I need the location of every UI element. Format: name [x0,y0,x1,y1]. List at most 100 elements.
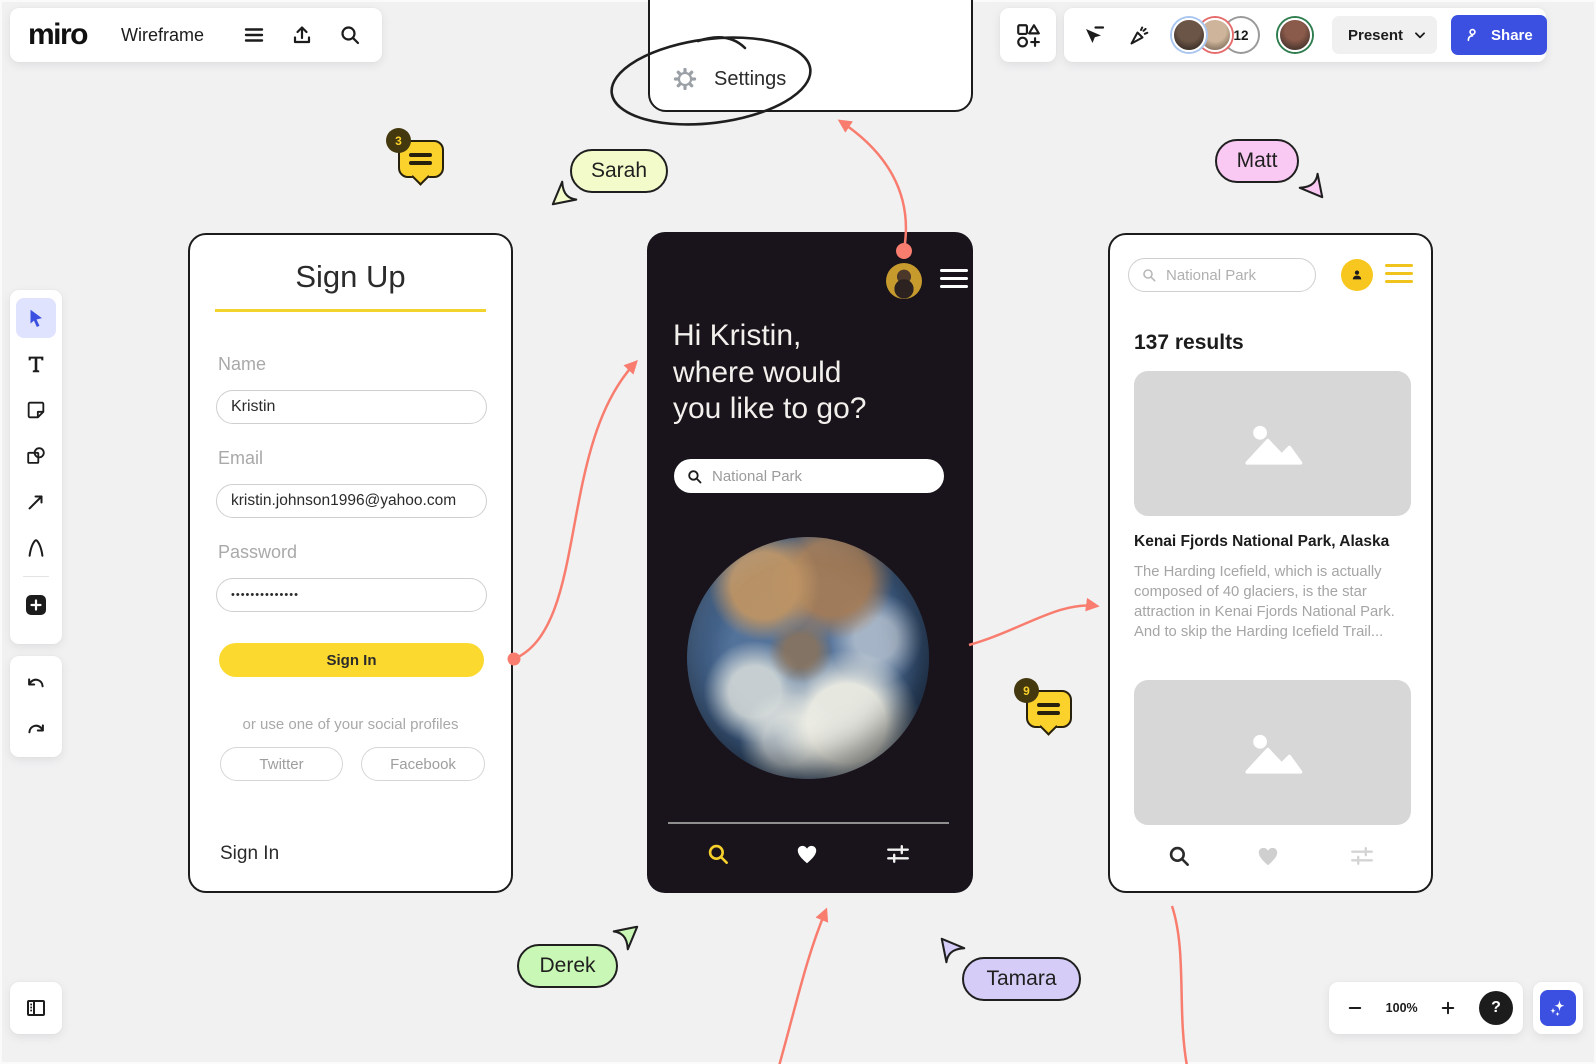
search-button[interactable] [330,15,370,55]
greeting-line-3: you like to go? [673,391,866,428]
password-label: Password [218,542,297,563]
signin-button[interactable]: Sign In [219,643,484,677]
collaborator-name: Tamara [986,967,1056,991]
collaborator-tag-matt[interactable]: Matt [1215,139,1299,183]
collaborator-avatar-1[interactable] [1172,18,1206,52]
templates-button[interactable] [1008,15,1048,55]
greeting-line-1: Hi Kristin, [673,318,866,355]
results-search-input[interactable]: National Park [1128,258,1316,292]
connector-phone-to-results [969,605,1097,645]
text-tool[interactable] [16,344,56,384]
undo-button[interactable] [16,664,56,704]
person-icon [1349,267,1365,283]
sticky-note-tool[interactable] [16,390,56,430]
help-button[interactable]: ? [1479,991,1513,1025]
phone-search-input[interactable]: National Park [674,459,944,493]
topbar-left: miro Wireframe [10,8,382,62]
menu-icon[interactable] [940,269,968,291]
own-avatar[interactable] [1278,18,1312,52]
zoom-controls: 100% ? [1329,982,1523,1034]
connector-bottom-to-phone [779,910,826,1064]
collaborator-tag-sarah[interactable]: Sarah [570,149,668,193]
signup-title: Sign Up [190,259,511,295]
name-value: Kristin [231,398,275,416]
collaborator-tag-derek[interactable]: Derek [517,944,618,988]
image-icon [1242,730,1304,776]
avatar-stack: 12 [1172,18,1258,52]
add-more-tools-button[interactable] [16,585,56,625]
settings-label: Settings [714,68,786,91]
hide-cursors-button[interactable] [1074,15,1114,55]
result-card-title: Kenai Fjords National Park, Alaska [1134,533,1389,551]
search-icon [686,468,703,485]
results-count: 137 results [1134,331,1244,355]
collaborator-name: Derek [539,954,595,978]
shapes-tool[interactable] [16,436,56,476]
zoom-out-button[interactable] [1339,988,1371,1028]
nav-search-icon[interactable] [1166,843,1192,869]
collaborator-cursor-sarah [550,178,580,208]
menu-icon[interactable] [1385,264,1413,285]
email-value: kristin.johnson1996@yahoo.com [231,492,456,510]
share-person-icon [1465,26,1483,44]
board-title[interactable]: Wireframe [115,25,210,46]
nav-search-icon[interactable] [705,841,731,867]
nav-filters-icon[interactable] [885,841,911,867]
reactions-button[interactable] [1120,15,1160,55]
result-desc-line: composed of 40 glaciers, is the star [1134,582,1395,602]
connector-tool[interactable] [16,482,56,522]
results-wireframe-frame[interactable]: National Park 137 results Kenai Fjords N… [1108,233,1433,893]
sparkles-icon [1546,996,1570,1020]
greeting-line-2: where would [673,355,866,392]
signin-link[interactable]: Sign In [220,843,279,865]
miro-logo[interactable]: miro [24,18,91,52]
facebook-button[interactable]: Facebook [361,747,485,781]
connector-avatar-to-settings [840,121,906,250]
zoom-in-button[interactable] [1432,988,1464,1028]
select-tool[interactable] [16,298,56,338]
profile-button[interactable] [1341,259,1373,291]
frames-panel-button[interactable] [16,988,56,1028]
collaborator-tag-tamara[interactable]: Tamara [962,957,1081,1001]
export-button[interactable] [282,15,322,55]
ai-assist-island [1533,982,1583,1034]
password-value: •••••••••••••• [231,589,299,601]
settings-card-frame[interactable]: Settings [648,0,973,112]
signup-wireframe-frame[interactable]: Sign Up Name Kristin Email kristin.johns… [188,233,513,893]
email-label: Email [218,448,263,469]
result-desc-line: attraction in Kenai Fjords National Park… [1134,602,1395,622]
password-field[interactable]: •••••••••••••• [216,578,487,612]
name-field[interactable]: Kristin [216,390,487,424]
user-avatar[interactable] [886,263,922,299]
social-profiles-text: or use one of your social profiles [190,716,511,733]
name-label: Name [218,354,266,375]
redo-button[interactable] [16,710,56,750]
collaborator-cursor-derek [610,923,640,953]
result-desc-line: The Harding Icefield, which is actually [1134,562,1395,582]
main-menu-button[interactable] [234,15,274,55]
collaborator-cursor-tamara [938,936,968,966]
collaborator-cursor-matt [1296,170,1326,200]
help-label: ? [1491,999,1501,1017]
image-icon [1242,421,1304,467]
result-desc-line: And to skip the Harding Icefield Trail..… [1134,622,1395,642]
earth-image [687,537,929,779]
share-button[interactable]: Share [1451,15,1547,55]
signup-title-underline [215,309,486,312]
collaborator-count: 12 [1233,28,1248,43]
nav-heart-icon[interactable] [1255,843,1281,869]
templates-island [1000,8,1056,62]
frames-panel-island [10,982,62,1034]
connector-results-down [1172,906,1187,1064]
chevron-down-icon[interactable] [1413,28,1427,42]
nav-filters-icon[interactable] [1349,843,1375,869]
zoom-level[interactable]: 100% [1386,1001,1418,1015]
twitter-button[interactable]: Twitter [220,747,343,781]
nav-heart-icon[interactable] [794,841,820,867]
pen-tool[interactable] [16,528,56,568]
email-field[interactable]: kristin.johnson1996@yahoo.com [216,484,487,518]
present-button[interactable]: Present [1332,16,1437,54]
topbar-right: 12 Present Share [1064,8,1546,62]
ai-assist-button[interactable] [1540,990,1576,1026]
phone-wireframe-frame[interactable]: Hi Kristin, where would you like to go? … [647,232,973,893]
